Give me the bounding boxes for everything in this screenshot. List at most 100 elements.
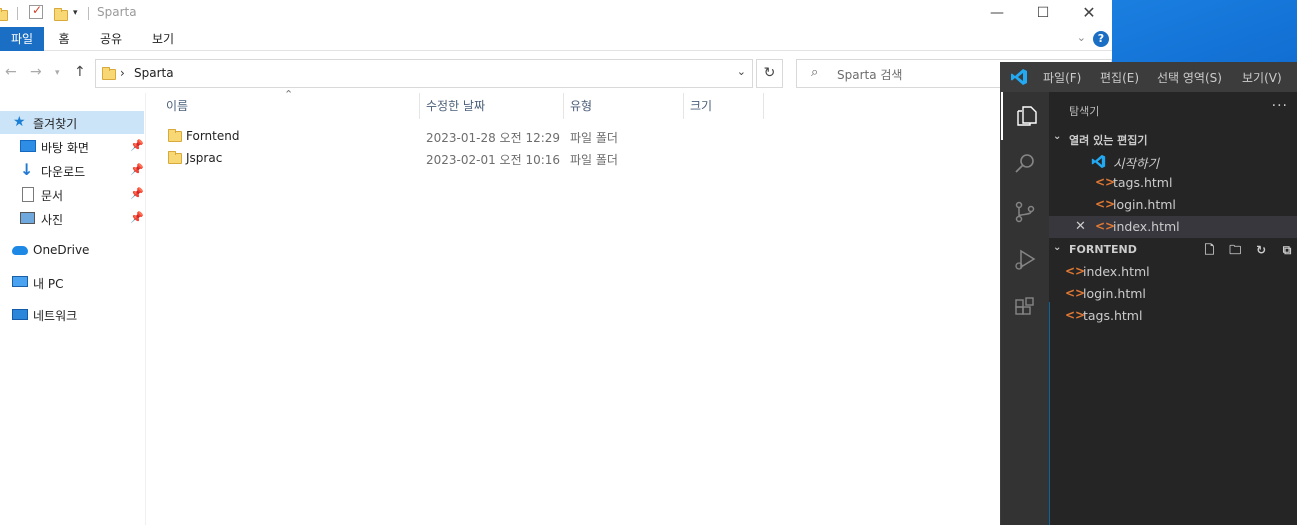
folder-header[interactable]: ⌄ FORNTEND 🗋 🗀 ↻ ⧉ xyxy=(1049,239,1297,261)
vscode-window: 파일(F) 편집(E) 선택 영역(S) 보기(V) 탐색기 ··· ⌄ 열려 … xyxy=(1000,62,1297,525)
star-icon: ★ xyxy=(13,114,26,130)
up-icon[interactable]: ↑ xyxy=(74,64,86,80)
files-icon[interactable] xyxy=(1001,92,1049,140)
tab-view[interactable]: 보기 xyxy=(147,27,179,51)
open-editors-header[interactable]: ⌄ 열려 있는 편집기 xyxy=(1049,128,1297,150)
open-editor-label: login.html xyxy=(1113,197,1176,212)
refresh-button[interactable]: ↻ xyxy=(756,59,783,88)
folder-icon xyxy=(168,129,182,142)
close-icon[interactable]: ✕ xyxy=(1075,219,1086,234)
table-row[interactable]: Jsprac 2023-02-01 오전 10:16 파일 폴더 xyxy=(147,147,787,169)
nav-item-network[interactable]: 네트워크 xyxy=(0,303,144,326)
file-type: 파일 폴더 xyxy=(570,131,618,145)
help-icon[interactable]: ? xyxy=(1093,31,1109,47)
menu-selection[interactable]: 선택 영역(S) xyxy=(1157,69,1222,86)
nav-item-onedrive[interactable]: OneDrive xyxy=(0,239,144,262)
back-icon[interactable]: ← xyxy=(5,64,17,80)
pictures-icon xyxy=(20,211,36,226)
tree-item-label: login.html xyxy=(1083,286,1146,301)
folder-icon xyxy=(168,151,182,164)
menu-edit[interactable]: 편집(E) xyxy=(1100,69,1139,86)
nav-item-documents[interactable]: 문서 📌 xyxy=(0,183,144,206)
tree-item[interactable]: <> tags.html xyxy=(1049,305,1297,327)
tree-item[interactable]: <> login.html xyxy=(1049,283,1297,305)
more-actions-icon[interactable]: ··· xyxy=(1272,98,1288,114)
nav-item-label: 내 PC xyxy=(33,277,64,291)
nav-item-label: 사진 xyxy=(41,213,64,227)
search-icon[interactable] xyxy=(1001,140,1049,188)
file-list: ⌃ 이름 수정한 날짜 유형 크기 Forntend 2023-01-28 오전… xyxy=(147,88,1000,525)
window-title: Sparta xyxy=(97,5,137,19)
column-header-type[interactable]: 유형 xyxy=(570,93,592,119)
chevron-down-icon: ⌄ xyxy=(1053,242,1062,253)
pin-icon[interactable]: 📌 xyxy=(130,211,144,224)
table-row[interactable]: Forntend 2023-01-28 오전 12:29 파일 폴더 xyxy=(147,125,787,147)
nav-item-downloads[interactable]: ↓ 다운로드 📌 xyxy=(0,159,144,182)
vscode-logo-icon xyxy=(1091,154,1106,169)
pin-icon[interactable]: 📌 xyxy=(130,163,144,176)
address-bar[interactable]: › Sparta ⌄ xyxy=(95,59,753,88)
tab-home[interactable]: 홈 xyxy=(50,27,78,51)
address-path[interactable]: Sparta xyxy=(134,66,174,80)
vscode-menubar: 파일(F) 편집(E) 선택 영역(S) 보기(V) xyxy=(1001,62,1297,92)
pin-icon[interactable]: 📌 xyxy=(130,139,144,152)
source-control-icon[interactable] xyxy=(1001,188,1049,236)
navigation-bar: ← → ▾ ↑ › Sparta ⌄ ↻ ⌕ Sparta 검색 xyxy=(0,51,1112,93)
folder-icon xyxy=(0,6,8,25)
open-editor-item-selected[interactable]: ✕ <> index.html xyxy=(1049,216,1297,238)
section-title: 열려 있는 편집기 xyxy=(1069,134,1148,147)
collapse-all-icon[interactable]: ⧉ xyxy=(1276,243,1297,258)
open-editor-item[interactable]: <> login.html xyxy=(1049,194,1297,216)
title-bar: ✓ ▾ Sparta — ☐ ✕ xyxy=(0,0,1112,27)
recent-dropdown-icon[interactable]: ▾ xyxy=(55,68,60,78)
new-file-icon[interactable]: 🗋 xyxy=(1198,241,1220,262)
cloud-icon xyxy=(12,243,28,258)
chevron-down-icon[interactable]: ⌄ xyxy=(737,65,746,78)
download-icon: ↓ xyxy=(20,160,34,179)
run-debug-icon[interactable] xyxy=(1001,236,1049,284)
properties-check-icon[interactable]: ✓ xyxy=(29,3,43,19)
vscode-logo-icon xyxy=(1011,69,1027,85)
column-header-name[interactable]: 이름 xyxy=(166,93,188,119)
nav-item-quick-access[interactable]: ★ 즐겨찾기 xyxy=(0,111,144,134)
nav-item-desktop[interactable]: 바탕 화면 📌 xyxy=(0,135,144,158)
tree-item[interactable]: <> index.html xyxy=(1049,261,1297,283)
file-name: Forntend xyxy=(186,129,240,143)
close-button[interactable]: ✕ xyxy=(1066,0,1112,27)
open-editor-item[interactable]: <> tags.html xyxy=(1049,172,1297,194)
search-icon: ⌕ xyxy=(811,65,819,80)
extensions-icon[interactable] xyxy=(1001,284,1049,332)
open-editor-item[interactable]: 시작하기 xyxy=(1049,150,1297,172)
column-header-date[interactable]: 수정한 날짜 xyxy=(426,93,485,119)
menu-view[interactable]: 보기(V) xyxy=(1242,69,1282,86)
pin-icon[interactable]: 📌 xyxy=(130,187,144,200)
column-header-size[interactable]: 크기 xyxy=(690,93,712,119)
tab-share[interactable]: 공유 xyxy=(95,27,127,51)
nav-item-pictures[interactable]: 사진 📌 xyxy=(0,207,144,230)
open-editor-label: tags.html xyxy=(1113,175,1173,190)
pc-icon xyxy=(12,275,28,290)
tree-item-label: tags.html xyxy=(1083,308,1143,323)
folder-title: FORNTEND xyxy=(1069,243,1137,256)
chevron-right-icon[interactable]: › xyxy=(120,66,125,80)
sort-ascending-icon: ⌃ xyxy=(284,88,294,101)
sidebar-title: 탐색기 xyxy=(1069,105,1100,118)
customize-dropdown-icon[interactable]: ▾ xyxy=(73,8,78,18)
folder-icon xyxy=(102,67,116,80)
new-folder-icon[interactable]: 🗀 xyxy=(1224,241,1246,262)
minimize-button[interactable]: — xyxy=(974,0,1020,27)
expand-ribbon-icon[interactable]: ⌄ xyxy=(1077,31,1086,44)
activity-bar xyxy=(1001,92,1049,525)
menu-file[interactable]: 파일(F) xyxy=(1043,69,1081,86)
focus-border xyxy=(1049,302,1050,525)
open-editor-label: index.html xyxy=(1113,219,1180,234)
nav-item-this-pc[interactable]: 내 PC xyxy=(0,271,144,294)
maximize-button[interactable]: ☐ xyxy=(1020,0,1066,27)
file-name: Jsprac xyxy=(186,151,223,165)
forward-icon[interactable]: → xyxy=(30,64,42,80)
new-folder-icon[interactable] xyxy=(54,6,68,25)
chevron-down-icon: ⌄ xyxy=(1053,131,1062,142)
file-type: 파일 폴더 xyxy=(570,153,618,167)
tab-file[interactable]: 파일 xyxy=(0,27,44,51)
refresh-icon[interactable]: ↻ xyxy=(1250,243,1272,257)
